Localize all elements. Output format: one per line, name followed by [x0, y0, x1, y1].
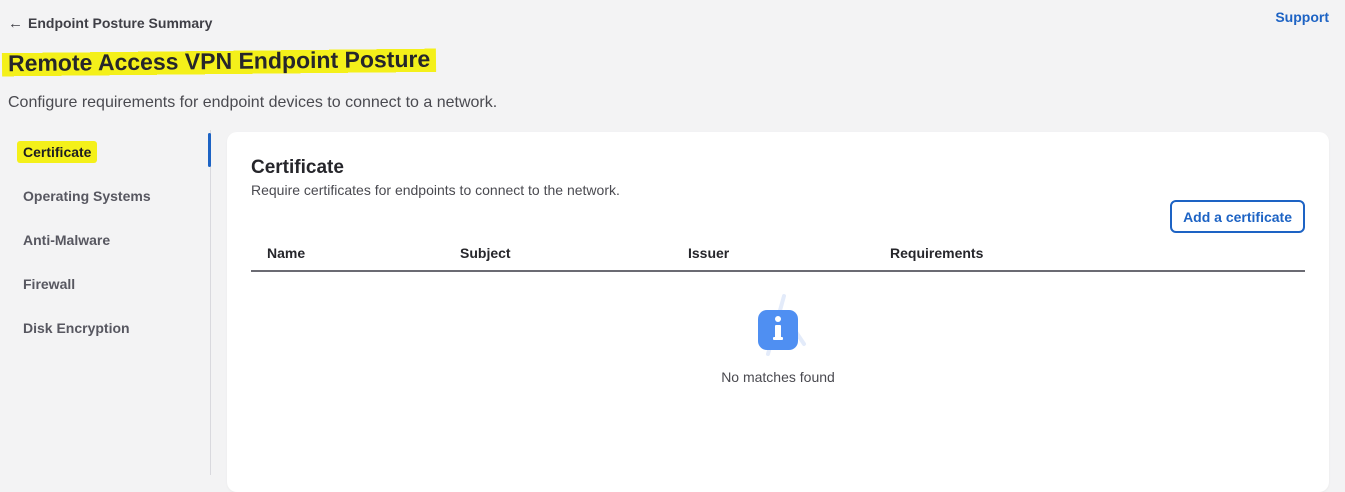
sidebar-item-anti-malware[interactable]: Anti-Malware [0, 218, 210, 262]
arrow-left-icon: ← [8, 14, 23, 32]
section-description: Require certificates for endpoints to co… [251, 182, 620, 198]
back-link-label: Endpoint Posture Summary [28, 15, 213, 31]
support-link[interactable]: Support [1275, 9, 1329, 25]
column-header-name[interactable]: Name [267, 245, 305, 261]
table-header: Name Subject Issuer Requirements [251, 234, 1305, 272]
sidebar-item-label: Operating Systems [23, 188, 151, 204]
empty-state: No matches found [251, 292, 1305, 385]
section-title: Certificate [251, 157, 344, 178]
sidebar-item-certificate[interactable]: Certificate [0, 130, 211, 174]
sidebar-item-firewall[interactable]: Firewall [0, 262, 210, 306]
page-title: Remote Access VPN Endpoint Posture [1, 45, 437, 80]
sidebar-item-disk-encryption[interactable]: Disk Encryption [0, 306, 210, 350]
sidebar-item-label: Disk Encryption [23, 320, 130, 336]
page-subtitle: Configure requirements for endpoint devi… [8, 94, 498, 111]
sidebar-item-operating-systems[interactable]: Operating Systems [0, 174, 210, 218]
sidebar-item-label: Anti-Malware [23, 232, 111, 248]
add-certificate-button[interactable]: Add a certificate [1170, 200, 1305, 233]
column-header-subject[interactable]: Subject [460, 245, 511, 261]
sidebar-item-label: Firewall [23, 276, 76, 292]
empty-state-message: No matches found [721, 369, 835, 385]
sidebar-item-label: Certificate [17, 141, 98, 163]
info-icon [758, 294, 806, 356]
column-header-requirements[interactable]: Requirements [890, 245, 983, 261]
back-link[interactable]: ← Endpoint Posture Summary [8, 15, 212, 31]
side-nav: Certificate Operating Systems Anti-Malwa… [0, 130, 211, 475]
column-header-issuer[interactable]: Issuer [688, 245, 729, 261]
certificate-card: Certificate Require certificates for end… [227, 132, 1329, 492]
